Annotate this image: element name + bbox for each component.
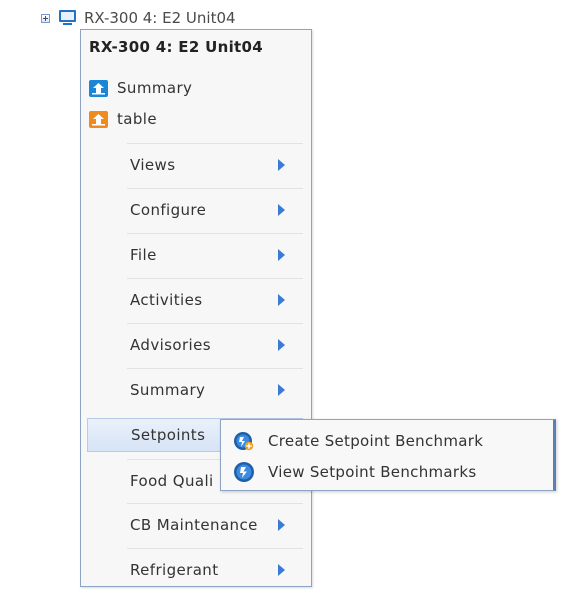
view-benchmark-icon bbox=[233, 461, 255, 483]
menu-item-activities[interactable]: Activities bbox=[127, 278, 303, 321]
submenu-arrow-icon bbox=[278, 159, 285, 171]
menu-item-refrigerant[interactable]: Refrigerant bbox=[127, 548, 303, 591]
menu-item-label: Refrigerant bbox=[130, 561, 219, 579]
menu-item-label: Activities bbox=[130, 291, 203, 309]
quick-item-table[interactable]: table bbox=[89, 108, 157, 130]
menu-item-label: Configure bbox=[130, 201, 207, 219]
submenu-arrow-icon bbox=[278, 249, 285, 261]
setpoints-submenu: Create Setpoint Benchmark View Setpoint … bbox=[220, 419, 556, 491]
quick-item-label: table bbox=[117, 110, 157, 128]
menu-item-label: Summary bbox=[130, 381, 206, 399]
menu-item-label: Advisories bbox=[130, 336, 211, 354]
menu-item-summary[interactable]: Summary bbox=[127, 368, 303, 411]
menu-item-advisories[interactable]: Advisories bbox=[127, 323, 303, 366]
submenu-arrow-icon bbox=[278, 384, 285, 396]
menu-item-label: Food Quali bbox=[130, 472, 214, 490]
menu-item-label: CB Maintenance bbox=[130, 516, 258, 534]
submenu-arrow-icon bbox=[278, 339, 285, 351]
submenu-arrow-icon bbox=[278, 204, 285, 216]
tree-node-row[interactable]: RX-300 4: E2 Unit04 bbox=[41, 8, 236, 28]
menu-item-file[interactable]: File bbox=[127, 233, 303, 276]
create-benchmark-icon bbox=[233, 430, 255, 452]
context-menu: RX-300 4: E2 Unit04 Summary table Views … bbox=[80, 29, 312, 587]
submenu-arrow-icon bbox=[278, 294, 285, 306]
plus-expander-icon[interactable] bbox=[41, 13, 50, 23]
menu-item-configure[interactable]: Configure bbox=[127, 188, 303, 231]
summary-icon bbox=[89, 79, 108, 97]
monitor-device-icon bbox=[58, 10, 78, 26]
tree-node-label[interactable]: RX-300 4: E2 Unit04 bbox=[84, 9, 236, 27]
submenu-item-label: Create Setpoint Benchmark bbox=[268, 432, 484, 450]
submenu-arrow-icon bbox=[278, 519, 285, 531]
menu-item-cb-maintenance[interactable]: CB Maintenance bbox=[127, 503, 303, 546]
submenu-item-label: View Setpoint Benchmarks bbox=[268, 463, 477, 481]
create-setpoint-benchmark-item[interactable]: Create Setpoint Benchmark bbox=[233, 428, 483, 454]
quick-item-summary[interactable]: Summary bbox=[89, 77, 192, 99]
submenu-arrow-icon bbox=[278, 564, 285, 576]
menu-item-label: File bbox=[130, 246, 157, 264]
menu-item-views[interactable]: Views bbox=[127, 143, 303, 186]
view-setpoint-benchmarks-item[interactable]: View Setpoint Benchmarks bbox=[233, 459, 476, 485]
menu-item-label: Views bbox=[130, 156, 176, 174]
menu-item-label: Setpoints bbox=[131, 426, 206, 444]
quick-item-label: Summary bbox=[117, 79, 193, 97]
table-icon bbox=[89, 110, 108, 128]
menu-title: RX-300 4: E2 Unit04 bbox=[89, 38, 263, 56]
